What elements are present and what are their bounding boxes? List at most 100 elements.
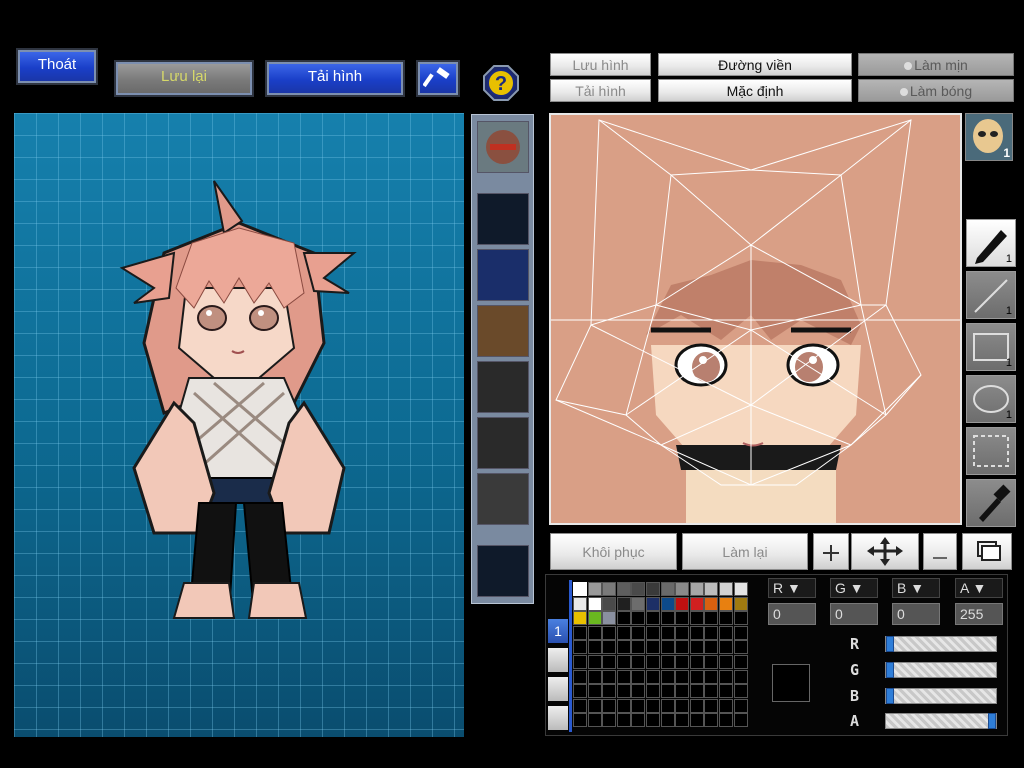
- palette-swatch[interactable]: [631, 698, 646, 713]
- gloss-toggle[interactable]: Làm bóng: [858, 79, 1014, 102]
- palette-swatch[interactable]: [573, 640, 587, 655]
- palette-swatch[interactable]: [587, 582, 602, 596]
- palette-swatch[interactable]: [616, 625, 631, 640]
- palette-swatch[interactable]: [573, 713, 587, 728]
- palette-swatch[interactable]: [631, 684, 646, 699]
- palette-swatch[interactable]: [719, 684, 733, 699]
- palette-swatch[interactable]: [704, 655, 719, 669]
- green-value-field[interactable]: 0: [830, 603, 878, 625]
- palette-swatch[interactable]: [646, 698, 660, 713]
- outline-button[interactable]: Đường viền: [658, 53, 852, 76]
- green-slider-knob[interactable]: [886, 662, 894, 678]
- texture-editor-canvas[interactable]: [549, 113, 962, 525]
- palette-swatch[interactable]: [660, 625, 675, 640]
- part-slot-body[interactable]: [477, 305, 529, 357]
- part-slot-empty-2[interactable]: [477, 545, 529, 597]
- palette-swatch[interactable]: [733, 669, 748, 684]
- palette-swatch[interactable]: [675, 640, 690, 655]
- palette-swatch[interactable]: [704, 625, 719, 640]
- palette-swatch[interactable]: [573, 698, 587, 713]
- palette-swatch[interactable]: [675, 713, 690, 728]
- line-tool-button[interactable]: 1: [966, 271, 1016, 319]
- palette-swatch[interactable]: [719, 698, 733, 713]
- alpha-slider[interactable]: [885, 713, 997, 729]
- palette-swatch[interactable]: [704, 611, 719, 626]
- palette-swatch[interactable]: [602, 655, 617, 669]
- palette-swatch[interactable]: [646, 655, 660, 669]
- palette-swatch[interactable]: [646, 611, 660, 626]
- palette-swatch[interactable]: [689, 713, 704, 728]
- palette-swatch[interactable]: [573, 596, 587, 611]
- palette-swatch[interactable]: [631, 655, 646, 669]
- exit-button[interactable]: Thoát: [16, 48, 98, 85]
- palette-swatch[interactable]: [675, 655, 690, 669]
- palette-swatch[interactable]: [573, 625, 587, 640]
- palette-swatch[interactable]: [646, 582, 660, 596]
- palette-swatch[interactable]: [573, 669, 587, 684]
- palette-tab-3[interactable]: [548, 677, 568, 701]
- load-image-button-2[interactable]: Tải hình: [550, 79, 651, 102]
- palette-swatch[interactable]: [587, 669, 602, 684]
- ellipse-tool-button[interactable]: 1: [966, 375, 1016, 423]
- red-channel-dropdown[interactable]: R ▼: [768, 578, 816, 598]
- palette-swatch[interactable]: [719, 669, 733, 684]
- palette-swatch[interactable]: [675, 698, 690, 713]
- palette-swatch[interactable]: [675, 596, 690, 611]
- green-channel-dropdown[interactable]: G ▼: [830, 578, 878, 598]
- part-slot-face-dark[interactable]: [477, 361, 529, 413]
- palette-swatch[interactable]: [719, 596, 733, 611]
- palette-swatch[interactable]: [602, 640, 617, 655]
- palette-swatch[interactable]: [646, 684, 660, 699]
- palette-swatch[interactable]: [631, 669, 646, 684]
- zoom-out-button[interactable]: [923, 533, 957, 570]
- palette-swatch[interactable]: [704, 596, 719, 611]
- red-slider[interactable]: [885, 636, 997, 652]
- palette-swatch[interactable]: [573, 611, 587, 626]
- palette-swatch[interactable]: [689, 640, 704, 655]
- palette-swatch[interactable]: [602, 698, 617, 713]
- palette-swatch[interactable]: [689, 611, 704, 626]
- blue-slider-knob[interactable]: [886, 688, 894, 704]
- palette-swatch[interactable]: [602, 596, 617, 611]
- face-layer-badge[interactable]: 1: [965, 113, 1013, 161]
- palette-swatch[interactable]: [587, 640, 602, 655]
- palette-swatch[interactable]: [689, 655, 704, 669]
- palette-swatch[interactable]: [602, 713, 617, 728]
- palette-swatch[interactable]: [719, 582, 733, 596]
- palette-swatch[interactable]: [733, 684, 748, 699]
- help-button[interactable]: ?: [482, 64, 520, 102]
- palette-swatch[interactable]: [573, 582, 587, 596]
- palette-swatch[interactable]: [704, 640, 719, 655]
- palette-swatch[interactable]: [646, 596, 660, 611]
- palette-tab-2[interactable]: [548, 648, 568, 672]
- rectangle-tool-button[interactable]: 1: [966, 323, 1016, 371]
- palette-swatch[interactable]: [689, 669, 704, 684]
- palette-swatch[interactable]: [704, 582, 719, 596]
- part-slot-hair[interactable]: [477, 249, 529, 301]
- default-button[interactable]: Mặc định: [658, 79, 852, 102]
- pen-tool-button[interactable]: 1: [966, 219, 1016, 267]
- palette-swatch[interactable]: [616, 684, 631, 699]
- palette-swatch[interactable]: [719, 655, 733, 669]
- palette-swatch[interactable]: [631, 611, 646, 626]
- palette-swatch[interactable]: [733, 582, 748, 596]
- redo-button[interactable]: Làm lại: [682, 533, 808, 570]
- palette-swatch[interactable]: [660, 640, 675, 655]
- palette-swatch[interactable]: [704, 684, 719, 699]
- palette-swatch[interactable]: [587, 625, 602, 640]
- palette-swatch[interactable]: [704, 669, 719, 684]
- palette-swatch[interactable]: [631, 640, 646, 655]
- palette-swatch[interactable]: [631, 596, 646, 611]
- palette-swatch[interactable]: [587, 596, 602, 611]
- palette-swatch[interactable]: [733, 698, 748, 713]
- palette-swatch[interactable]: [660, 669, 675, 684]
- palette-tab-1[interactable]: 1: [548, 619, 568, 643]
- palette-swatch[interactable]: [573, 655, 587, 669]
- layers-button[interactable]: [962, 533, 1012, 570]
- palette-swatch[interactable]: [675, 669, 690, 684]
- red-value-field[interactable]: 0: [768, 603, 816, 625]
- palette-swatch[interactable]: [675, 611, 690, 626]
- part-slot-helmet[interactable]: [477, 417, 529, 469]
- palette-swatch[interactable]: [689, 625, 704, 640]
- palette-swatch[interactable]: [646, 625, 660, 640]
